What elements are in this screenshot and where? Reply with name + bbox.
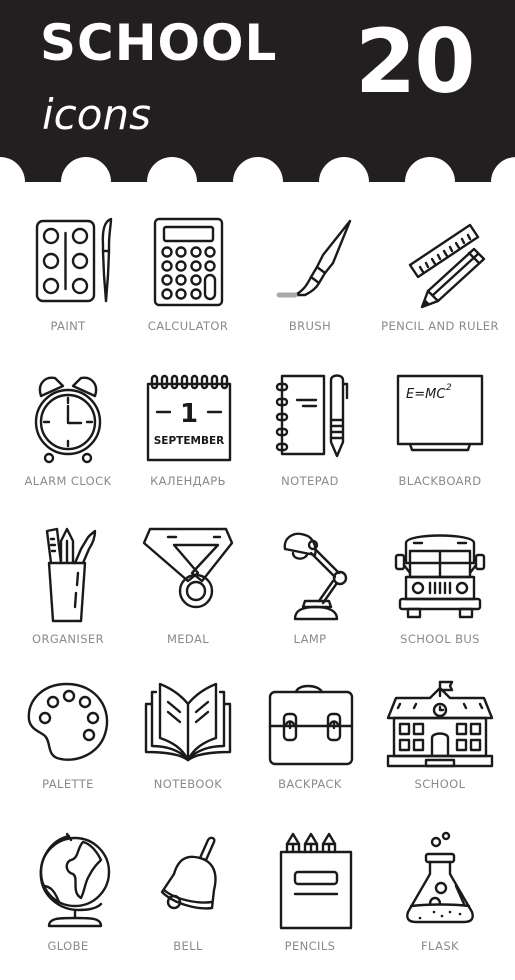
icon-label: BRUSH [288, 319, 332, 333]
icon-tile-lamp: LAMP [246, 523, 374, 647]
blackboard-icon: E=MC 2 [396, 374, 484, 452]
icon-label: КАЛЕНДАРЬ [150, 474, 226, 488]
icon-tile-calculator: CALCULATOR [124, 215, 252, 334]
icon-tile-school-building: SCHOOL [376, 678, 504, 792]
icon-tile-bell: BELL [124, 830, 252, 954]
paint-icon [35, 217, 113, 303]
icon-label: FLASK [421, 939, 459, 953]
backpack-icon [268, 684, 354, 766]
icon-tile-globe: GLOBE [4, 830, 132, 954]
brush-icon [276, 219, 352, 298]
icon-tile-notepad: NOTEPAD [246, 370, 374, 489]
icon-label: SCHOOL [414, 777, 466, 791]
icon-label: BACKPACK [278, 777, 342, 791]
blackboard-exponent: 2 [446, 383, 452, 393]
icon-label: PAINT [50, 319, 86, 333]
school-bus-icon [394, 534, 486, 619]
icon-label: BELL [173, 939, 203, 953]
palette-icon [27, 682, 109, 761]
scallop [147, 157, 197, 207]
scallop [61, 157, 111, 207]
bell-icon [160, 836, 217, 910]
icon-label: CALCULATOR [147, 319, 229, 333]
icon-tile-organiser: ORGANISER [4, 523, 132, 647]
header-title: SCHOOL [40, 14, 278, 72]
icon-tile-blackboard: E=MC 2 BLACKBOARD [376, 370, 504, 489]
icon-label: PENCILS [284, 939, 336, 953]
icon-label: PALETTE [42, 777, 94, 791]
icon-tile-notebook: NOTEBOOK [124, 678, 252, 792]
school-building-icon [386, 680, 494, 768]
flask-icon [406, 831, 474, 924]
icon-tile-calendar: 1 SEPTEMBER КАЛЕНДАРЬ [124, 370, 252, 489]
header-count: 20 [355, 10, 475, 113]
calendar-month: SEPTEMBER [154, 435, 224, 447]
notepad-icon [275, 374, 349, 458]
icon-tile-pencil-ruler: PENCIL AND RULER [376, 215, 504, 334]
icon-tile-backpack: BACKPACK [246, 678, 374, 792]
lamp-icon [283, 532, 348, 621]
calendar-icon: 1 SEPTEMBER [146, 374, 232, 462]
pencils-icon [279, 832, 353, 930]
icon-tile-school-bus: SCHOOL BUS [376, 523, 504, 647]
icon-label: LAMP [293, 632, 327, 646]
scallop [405, 157, 455, 207]
icon-label: NOTEBOOK [153, 777, 223, 791]
globe-icon [39, 832, 111, 928]
organiser-icon [45, 527, 97, 623]
icon-label: BLACKBOARD [398, 474, 482, 488]
icon-label: ORGANISER [32, 632, 104, 646]
medal-icon [142, 527, 234, 609]
calculator-icon [153, 217, 224, 307]
alarm-clock-icon [34, 376, 102, 464]
icon-label: GLOBE [47, 939, 89, 953]
icon-label: MEDAL [166, 632, 210, 646]
scallop [233, 157, 283, 207]
icon-tile-flask: FLASK [376, 830, 504, 954]
icon-label: PENCIL AND RULER [381, 319, 499, 333]
scallop [319, 157, 369, 207]
blackboard-formula: E=MC [406, 387, 446, 402]
icon-tile-paint: PAINT [4, 215, 132, 334]
header-banner: SCHOOL icons 20 [0, 0, 515, 182]
icon-tile-pencils: PENCILS [246, 830, 374, 954]
icon-label: NOTEPAD [281, 474, 339, 488]
pencil-ruler-icon [408, 223, 486, 309]
icon-tile-palette: PALETTE [4, 678, 132, 792]
icon-tile-brush: BRUSH [246, 215, 374, 334]
calendar-day: 1 [180, 399, 198, 429]
icon-label: SCHOOL BUS [400, 632, 480, 646]
icon-label: ALARM CLOCK [24, 474, 112, 488]
icon-tile-alarm-clock: ALARM CLOCK [4, 370, 132, 489]
header-subtitle: icons [42, 90, 151, 139]
notebook-icon [144, 682, 232, 762]
icon-tile-medal: MEDAL [124, 523, 252, 647]
